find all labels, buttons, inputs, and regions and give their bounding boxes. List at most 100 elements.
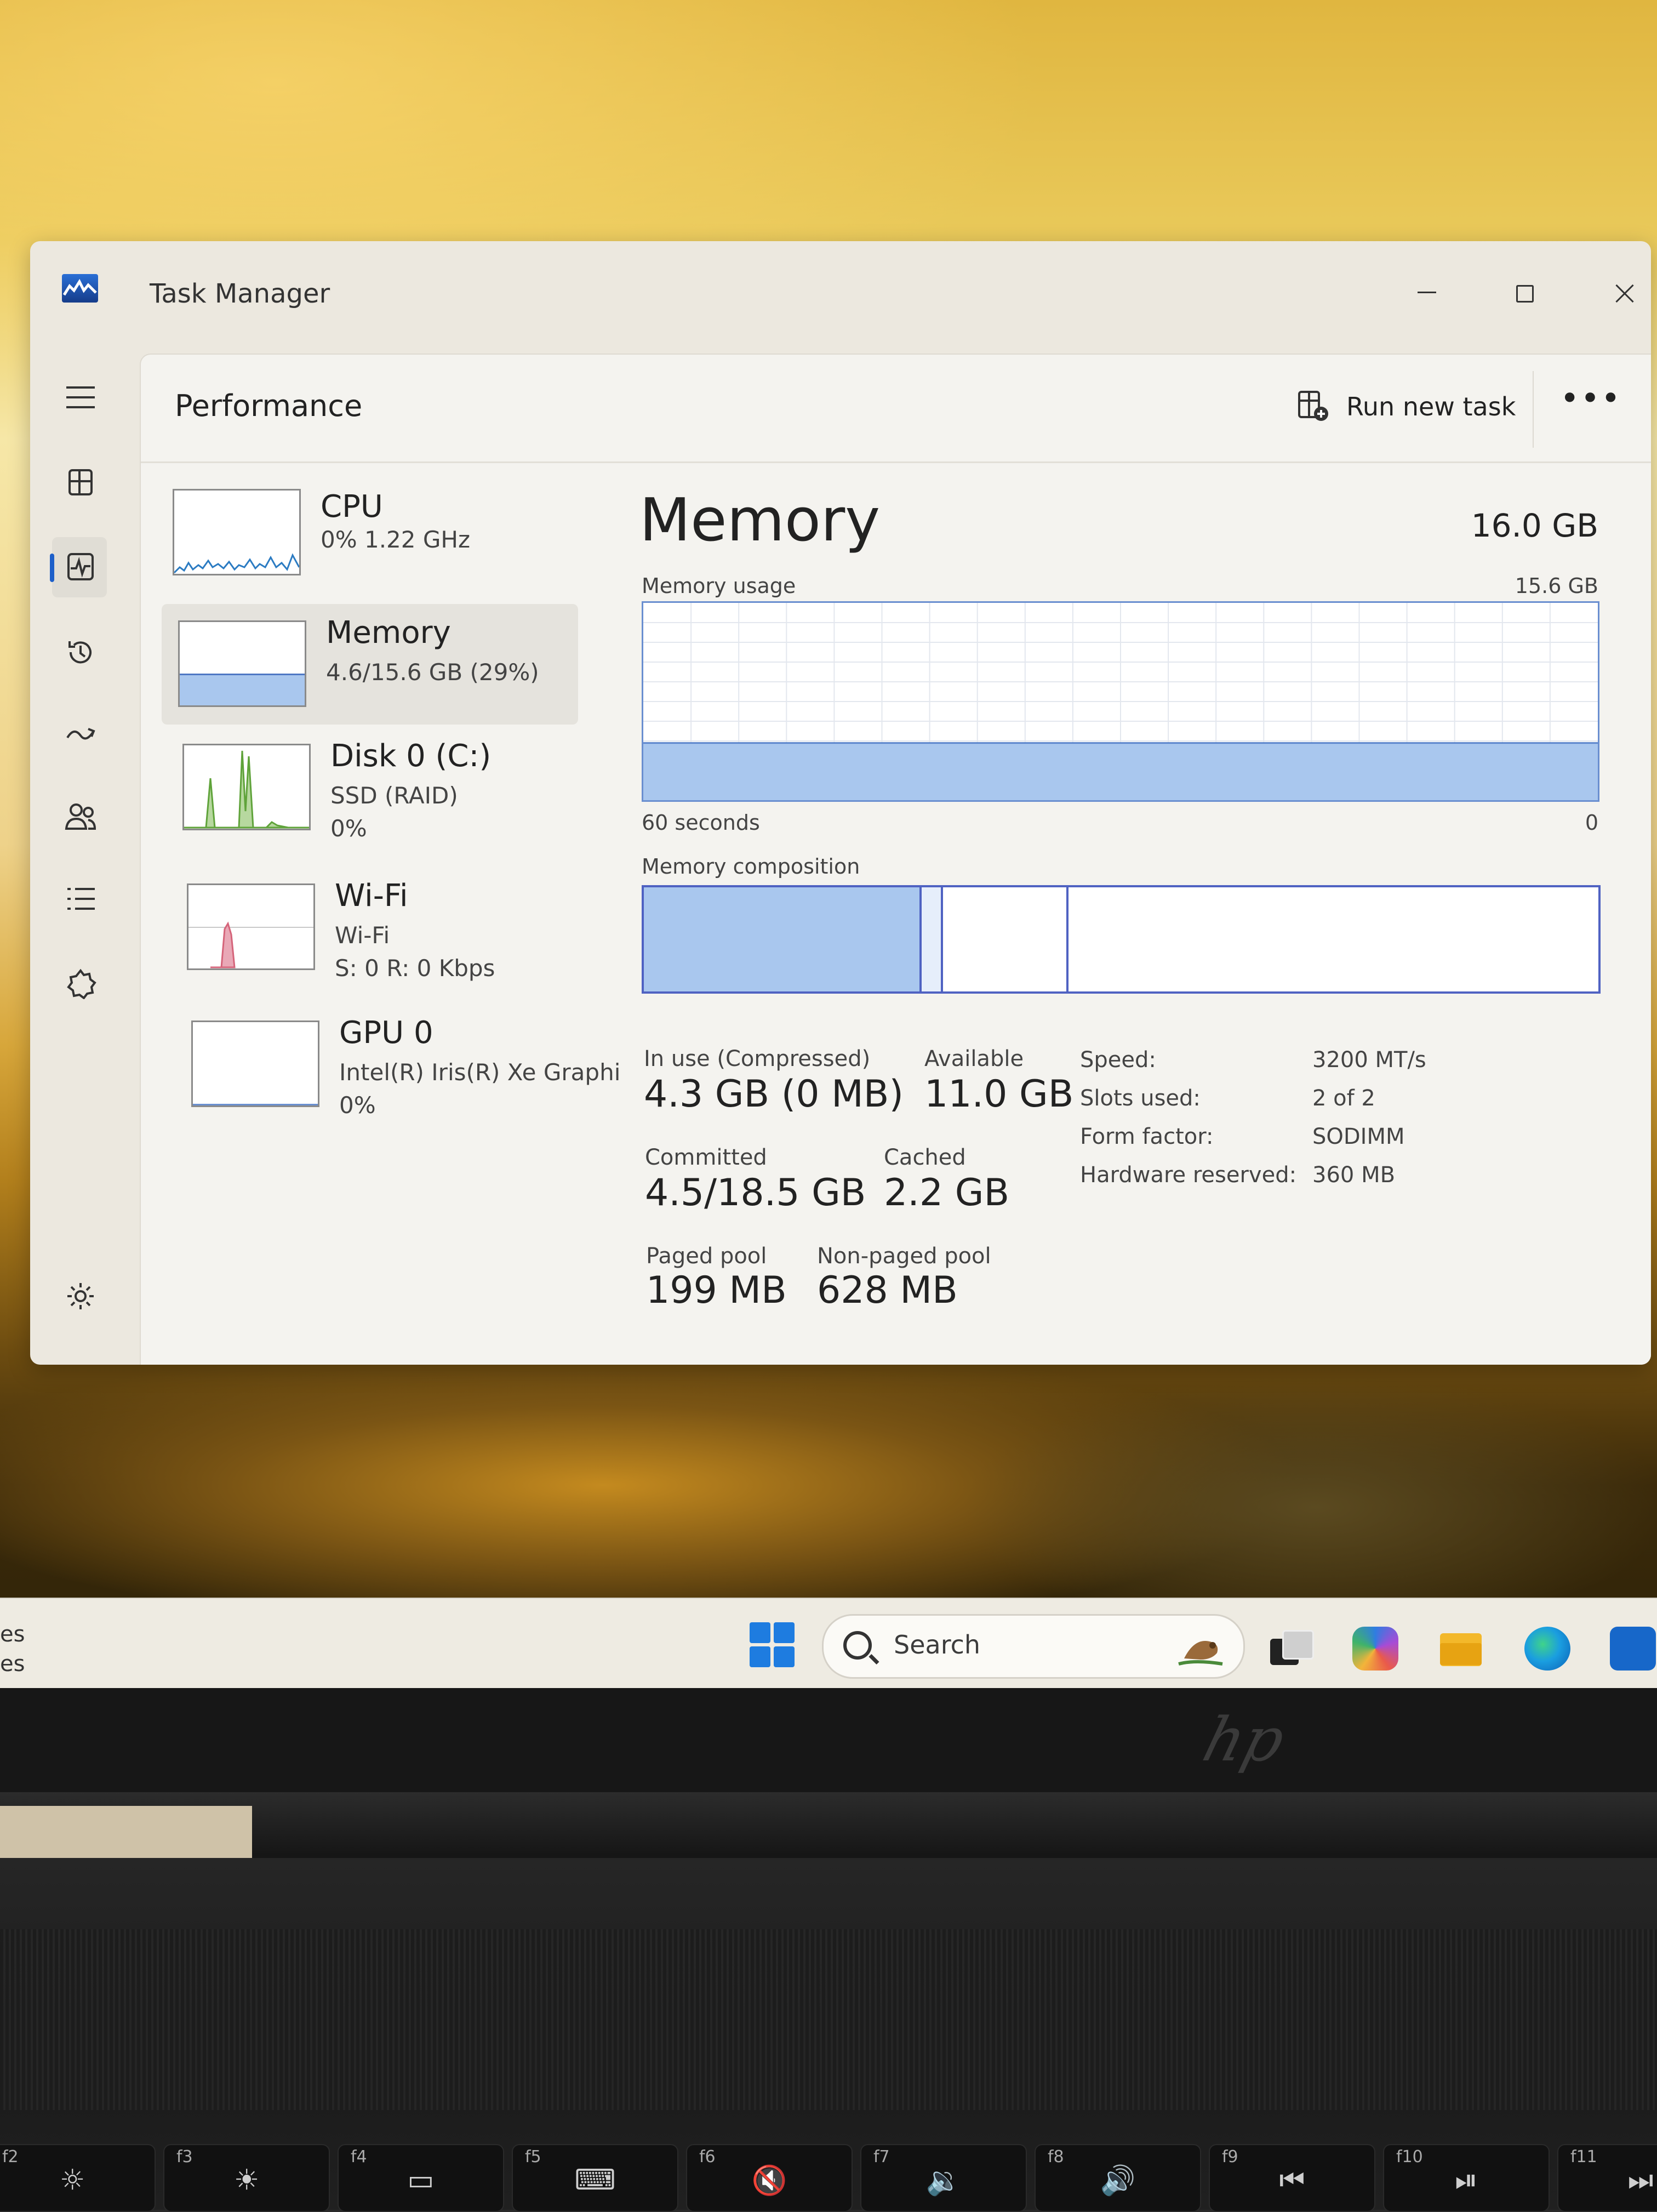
settings-icon[interactable] <box>52 1266 107 1326</box>
hamburger-menu-icon[interactable] <box>52 367 107 427</box>
gpu-mini-graph <box>191 1021 319 1107</box>
paged-pool-label: Paged pool <box>646 1244 767 1269</box>
device-disk[interactable]: Disk 0 (C:) SSD (RAID) 0% <box>162 727 578 848</box>
function-key-glyph: ⌨ <box>574 2164 616 2197</box>
details-icon[interactable] <box>52 869 107 929</box>
committed-label: Committed <box>645 1145 767 1170</box>
minimize-button[interactable] <box>1395 263 1460 323</box>
disk-label: Disk 0 (C:) <box>330 738 492 774</box>
more-options-button[interactable]: ••• <box>1560 382 1620 426</box>
startup-apps-icon[interactable] <box>52 704 107 765</box>
composition-modified[interactable] <box>921 887 943 991</box>
edge-browser-icon[interactable] <box>1524 1627 1570 1671</box>
in-use-value: 4.3 GB (0 MB) <box>644 1073 904 1116</box>
memory-usage-label: Memory usage <box>642 574 796 598</box>
memory-usage-plot <box>643 603 1598 800</box>
search-label: Search <box>894 1630 981 1660</box>
device-wifi[interactable]: Wi-Fi Wi-Fi S: 0 R: 0 Kbps <box>162 867 578 988</box>
memory-total: 16.0 GB <box>1471 507 1598 544</box>
gpu-usage-text: 0% <box>339 1092 376 1119</box>
speed-label: Speed: <box>1080 1047 1156 1073</box>
function-key: f4 ▭ <box>338 2144 504 2212</box>
search-icon <box>843 1631 872 1660</box>
header-divider <box>1533 371 1534 448</box>
memory-usage-max: 15.6 GB <box>1515 574 1598 598</box>
clipped-line: es <box>0 1651 25 1677</box>
memory-label: Memory <box>326 615 451 651</box>
function-key-glyph: 🔊 <box>1100 2164 1136 2197</box>
available-label: Available <box>924 1046 1024 1071</box>
function-key: f10 ⏯ <box>1383 2144 1550 2212</box>
graph-time-now: 0 <box>1585 811 1598 835</box>
device-memory[interactable]: Memory 4.6/15.6 GB (29%) <box>162 604 578 725</box>
in-use-label: In use (Compressed) <box>644 1046 871 1071</box>
laptop-bezel <box>0 1688 1657 1798</box>
file-explorer-icon[interactable] <box>1438 1627 1484 1671</box>
composition-in-use[interactable] <box>644 887 922 991</box>
function-key-glyph: 🔉 <box>925 2164 962 2197</box>
disk-type-text: SSD (RAID) <box>330 782 458 809</box>
app-history-icon[interactable] <box>52 622 107 682</box>
function-key-glyph: ⏭ <box>1627 2164 1654 2197</box>
close-button[interactable] <box>1592 263 1651 323</box>
laptop-hinge <box>0 1792 1657 1861</box>
performance-page: Performance Run new task ••• CPU 0% 1.22… <box>140 354 1651 1365</box>
run-new-task-label: Run new task <box>1346 392 1516 421</box>
composition-standby[interactable] <box>942 887 1069 991</box>
available-value: 11.0 GB <box>924 1073 1074 1116</box>
device-gpu[interactable]: GPU 0 Intel(R) Iris(R) Xe Graphi 0% <box>162 1004 620 1125</box>
page-header: Performance Run new task ••• <box>141 355 1651 463</box>
hardware-reserved-label: Hardware reserved: <box>1080 1162 1297 1188</box>
store-icon[interactable] <box>1610 1627 1656 1671</box>
disk-usage-text: 0% <box>330 815 367 842</box>
memory-heading: Memory <box>639 486 881 555</box>
form-factor-label: Form factor: <box>1080 1124 1214 1149</box>
function-key-glyph: 🔇 <box>751 2164 787 2197</box>
function-key: f7 🔉 <box>860 2144 1027 2212</box>
slots-used-value: 2 of 2 <box>1312 1086 1375 1111</box>
services-icon[interactable] <box>52 954 107 1014</box>
bird-highlight-icon <box>1178 1641 1223 1666</box>
function-key-glyph: ▭ <box>407 2164 435 2197</box>
device-cpu[interactable]: CPU 0% 1.22 GHz <box>162 478 578 598</box>
window-title: Task Manager <box>150 278 330 309</box>
wifi-label: Wi-Fi <box>335 878 408 914</box>
wifi-adapter-text: Wi-Fi <box>335 922 390 949</box>
function-key-glyph: ☼ <box>59 2164 85 2197</box>
gpu-label: GPU 0 <box>339 1015 433 1051</box>
performance-icon[interactable] <box>50 537 107 597</box>
taskbar-search-box[interactable]: Search <box>822 1614 1245 1679</box>
page-title: Performance <box>175 389 363 423</box>
cpu-mini-graph <box>173 489 301 575</box>
function-key: f11 ⏭ <box>1557 2144 1657 2212</box>
speaker-grille <box>0 1929 1657 2110</box>
slots-used-label: Slots used: <box>1080 1086 1201 1111</box>
composition-free[interactable] <box>1068 887 1594 991</box>
memory-composition-bar <box>642 885 1601 994</box>
cached-value: 2.2 GB <box>884 1171 1010 1215</box>
windows-start-icon[interactable] <box>750 1622 795 1667</box>
gpu-model-text: Intel(R) Iris(R) Xe Graphi <box>339 1059 621 1086</box>
hardware-reserved-value: 360 MB <box>1312 1162 1396 1188</box>
task-manager-window: Task Manager Performance Run new task ••… <box>30 241 1651 1365</box>
task-view-icon[interactable] <box>1267 1627 1314 1671</box>
wifi-throughput-text: S: 0 R: 0 Kbps <box>335 955 495 982</box>
function-key-glyph: ☀ <box>233 2164 260 2197</box>
users-icon[interactable] <box>52 786 107 847</box>
paged-pool-value: 199 MB <box>646 1269 787 1312</box>
non-paged-pool-value: 628 MB <box>817 1269 958 1312</box>
taskbar-clipped-text: es es <box>0 1620 25 1679</box>
non-paged-pool-label: Non-paged pool <box>817 1244 991 1269</box>
run-task-icon <box>1298 391 1328 421</box>
memory-usage-area <box>643 743 1598 800</box>
speed-value: 3200 MT/s <box>1312 1047 1426 1073</box>
memory-usage-graph <box>642 601 1599 802</box>
memory-mini-graph <box>178 620 306 707</box>
function-key: f6 🔇 <box>686 2144 853 2212</box>
cpu-usage-text: 0% 1.22 GHz <box>321 526 471 553</box>
cpu-label: CPU <box>321 489 383 525</box>
processes-icon[interactable] <box>52 452 107 512</box>
task-manager-app-icon <box>62 274 98 303</box>
maximize-button[interactable] <box>1492 263 1558 323</box>
copilot-icon[interactable] <box>1352 1627 1398 1671</box>
